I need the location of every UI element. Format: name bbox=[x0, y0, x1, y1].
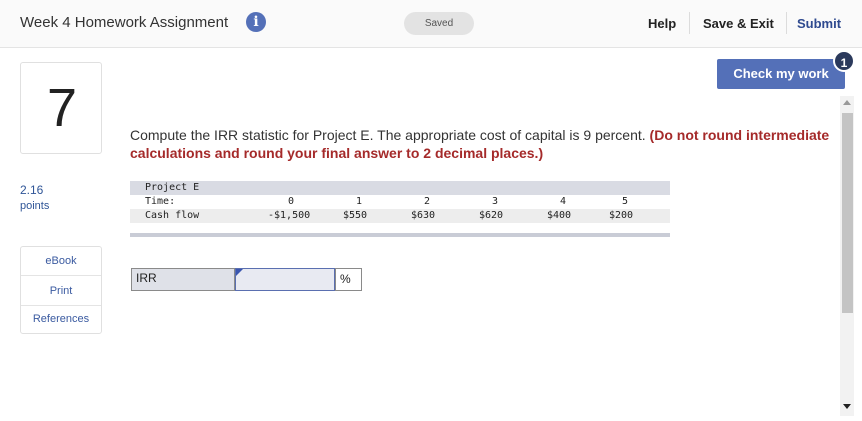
nav-divider bbox=[786, 12, 787, 34]
irr-label: IRR bbox=[131, 268, 235, 291]
cash-flow-cell: $200 bbox=[609, 210, 634, 221]
table-row-band bbox=[130, 209, 670, 223]
question-text: Compute the IRR statistic for Project E.… bbox=[130, 126, 830, 162]
input-flag-icon bbox=[236, 269, 243, 276]
cash-flow-cell: $630 bbox=[411, 210, 436, 221]
scrollbar-thumb[interactable] bbox=[842, 113, 853, 313]
table-header-band bbox=[130, 181, 670, 195]
top-bar: Week 4 Homework Assignment i Saved Help … bbox=[0, 0, 862, 48]
resource-links: eBook Print References bbox=[20, 246, 102, 334]
link-divider bbox=[21, 275, 101, 276]
time-cell: 3 bbox=[492, 196, 499, 207]
save-exit-button[interactable]: Save & Exit bbox=[703, 16, 774, 31]
references-link[interactable]: References bbox=[21, 313, 101, 325]
question-prompt: Compute the IRR statistic for Project E.… bbox=[130, 127, 650, 143]
saved-status-badge: Saved bbox=[404, 12, 474, 35]
assignment-title: Week 4 Homework Assignment bbox=[20, 14, 229, 31]
attempts-badge: 1 bbox=[833, 50, 855, 72]
print-link[interactable]: Print bbox=[21, 285, 101, 297]
cash-flow-table: Project E Time: Cash flow 0 1 2 3 4 5 -$… bbox=[130, 181, 670, 238]
scroll-down-icon[interactable] bbox=[843, 404, 851, 409]
points-value: 2.16 bbox=[20, 183, 44, 197]
cash-flow-label: Cash flow bbox=[145, 210, 200, 221]
percent-unit: % bbox=[335, 268, 362, 291]
cash-flow-cell: -$1,500 bbox=[268, 210, 311, 221]
question-number: 7 bbox=[46, 78, 78, 138]
cash-flow-cell: $400 bbox=[547, 210, 572, 221]
time-cell: 1 bbox=[356, 196, 363, 207]
table-bottom-rule bbox=[130, 233, 670, 237]
info-icon[interactable]: i bbox=[246, 12, 266, 32]
cash-flow-cell: $550 bbox=[343, 210, 368, 221]
submit-button[interactable]: Submit bbox=[797, 16, 841, 31]
cash-flow-cell: $620 bbox=[479, 210, 504, 221]
irr-answer-input[interactable] bbox=[235, 268, 335, 291]
time-cell: 4 bbox=[560, 196, 567, 207]
question-number-box: 7 bbox=[20, 62, 102, 154]
time-label: Time: bbox=[145, 196, 176, 207]
points-label: points bbox=[20, 200, 50, 212]
time-cell: 0 bbox=[288, 196, 295, 207]
project-name: Project E bbox=[145, 182, 200, 193]
help-button[interactable]: Help bbox=[648, 16, 676, 31]
check-my-work-button[interactable]: Check my work bbox=[717, 59, 845, 89]
scroll-up-icon[interactable] bbox=[843, 100, 851, 105]
time-cell: 5 bbox=[622, 196, 629, 207]
link-divider bbox=[21, 305, 101, 306]
ebook-link[interactable]: eBook bbox=[21, 255, 101, 267]
nav-divider bbox=[689, 12, 690, 34]
time-cell: 2 bbox=[424, 196, 431, 207]
